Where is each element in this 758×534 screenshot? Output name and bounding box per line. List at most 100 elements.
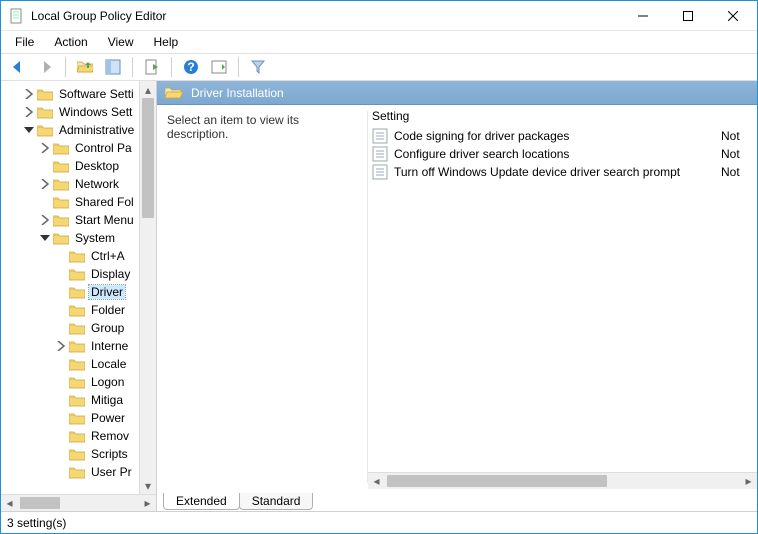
tree-item[interactable]: Control Pa bbox=[1, 139, 156, 157]
scroll-right-arrow-icon[interactable]: ▸ bbox=[139, 495, 156, 511]
tree-item[interactable]: Software Setti bbox=[1, 85, 156, 103]
description-text: Select an item to view its description. bbox=[167, 113, 299, 141]
tab-extended[interactable]: Extended bbox=[163, 493, 240, 510]
collapse-icon[interactable] bbox=[39, 232, 51, 244]
tree-item-label: Power bbox=[89, 411, 127, 425]
close-button[interactable] bbox=[710, 2, 755, 30]
tree-view[interactable]: Software SettiWindows Sett Administrative… bbox=[1, 81, 156, 481]
tree-item-label: Administrative bbox=[57, 123, 136, 137]
back-button[interactable] bbox=[7, 56, 29, 78]
scroll-down-arrow-icon[interactable]: ▾ bbox=[140, 477, 156, 494]
settings-list[interactable]: Code signing for driver packagesNotConfi… bbox=[368, 127, 757, 472]
expand-icon[interactable] bbox=[39, 214, 51, 226]
tree-item[interactable]: Mitiga bbox=[1, 391, 156, 409]
tree-item[interactable]: Windows Sett bbox=[1, 103, 156, 121]
folder-icon bbox=[69, 393, 85, 407]
tree-item[interactable]: Power bbox=[1, 409, 156, 427]
folder-icon bbox=[37, 123, 53, 137]
tree-item[interactable]: Locale bbox=[1, 355, 156, 373]
tab-standard[interactable]: Standard bbox=[239, 493, 314, 510]
folder-icon bbox=[69, 249, 85, 263]
tree-item[interactable]: Logon bbox=[1, 373, 156, 391]
tree-item-label: Control Pa bbox=[73, 141, 134, 155]
menu-action[interactable]: Action bbox=[46, 33, 95, 51]
scroll-track[interactable] bbox=[385, 473, 740, 489]
tree-item[interactable]: Interne bbox=[1, 337, 156, 355]
expand-icon[interactable] bbox=[23, 106, 35, 118]
details-header: Driver Installation bbox=[157, 81, 757, 105]
up-button[interactable] bbox=[74, 56, 96, 78]
tree-item[interactable]: System bbox=[1, 229, 156, 247]
tree-toggle-empty bbox=[39, 196, 51, 208]
scroll-thumb[interactable] bbox=[387, 475, 607, 487]
scroll-thumb[interactable] bbox=[142, 98, 154, 218]
tree-toggle-empty bbox=[55, 430, 67, 442]
minimize-button[interactable] bbox=[620, 2, 665, 30]
tree-item[interactable]: Desktop bbox=[1, 157, 156, 175]
tree-toggle-empty bbox=[55, 376, 67, 388]
scroll-thumb[interactable] bbox=[20, 497, 60, 509]
scroll-up-arrow-icon[interactable]: ▴ bbox=[140, 81, 156, 98]
tree-item[interactable]: Folder bbox=[1, 301, 156, 319]
scroll-track[interactable] bbox=[18, 495, 139, 511]
tree-item[interactable]: Scripts bbox=[1, 445, 156, 463]
tree-item-label: Ctrl+A bbox=[89, 249, 127, 263]
tree-item-label: Remov bbox=[89, 429, 131, 443]
toolbar-separator bbox=[132, 57, 133, 77]
setting-row[interactable]: Code signing for driver packagesNot bbox=[368, 127, 757, 145]
tree-vertical-scrollbar[interactable]: ▴ ▾ bbox=[139, 81, 156, 494]
details-pane: Driver Installation Select an item to vi… bbox=[157, 81, 757, 511]
export-button[interactable] bbox=[141, 56, 163, 78]
tree-toggle-empty bbox=[55, 250, 67, 262]
menu-file[interactable]: File bbox=[7, 33, 42, 51]
folder-icon bbox=[53, 159, 69, 173]
scroll-left-arrow-icon[interactable]: ◂ bbox=[1, 495, 18, 511]
filter-button[interactable] bbox=[247, 56, 269, 78]
show-hide-tree-button[interactable] bbox=[102, 56, 124, 78]
tree-scroll-area: Software SettiWindows Sett Administrative… bbox=[1, 81, 156, 511]
tree-item-label: Network bbox=[73, 177, 121, 191]
tree-item-label: Display bbox=[89, 267, 132, 281]
settings-column: Setting Code signing for driver packages… bbox=[368, 105, 757, 489]
expand-icon[interactable] bbox=[55, 340, 67, 352]
tree-horizontal-scrollbar[interactable]: ◂ ▸ bbox=[1, 494, 156, 511]
properties-button[interactable] bbox=[208, 56, 230, 78]
tree-item[interactable]: Administrative bbox=[1, 121, 156, 139]
tree-item[interactable]: Group bbox=[1, 319, 156, 337]
tree-item[interactable]: Start Menu bbox=[1, 211, 156, 229]
settings-header-row[interactable]: Setting bbox=[368, 105, 757, 127]
tree-item[interactable]: Driver bbox=[1, 283, 156, 301]
policy-icon bbox=[372, 128, 388, 144]
tree-item-label: Folder bbox=[89, 303, 127, 317]
settings-horizontal-scrollbar[interactable]: ◂ ▸ bbox=[368, 472, 757, 489]
column-header-setting[interactable]: Setting bbox=[372, 109, 721, 123]
tree-item[interactable]: Display bbox=[1, 265, 156, 283]
tree-item-label: Driver bbox=[89, 285, 125, 299]
setting-row[interactable]: Configure driver search locationsNot bbox=[368, 145, 757, 163]
folder-icon bbox=[69, 411, 85, 425]
tree-item[interactable]: User Pr bbox=[1, 463, 156, 481]
expand-icon[interactable] bbox=[39, 142, 51, 154]
menu-help[interactable]: Help bbox=[146, 33, 187, 51]
scroll-right-arrow-icon[interactable]: ▸ bbox=[740, 473, 757, 489]
setting-row[interactable]: Turn off Windows Update device driver se… bbox=[368, 163, 757, 181]
collapse-icon[interactable] bbox=[23, 124, 35, 136]
scroll-left-arrow-icon[interactable]: ◂ bbox=[368, 473, 385, 489]
tree-item[interactable]: Network bbox=[1, 175, 156, 193]
tree-item[interactable]: Remov bbox=[1, 427, 156, 445]
maximize-button[interactable] bbox=[665, 2, 710, 30]
folder-icon bbox=[69, 375, 85, 389]
tree-item[interactable]: Ctrl+A bbox=[1, 247, 156, 265]
tree-item-label: System bbox=[73, 231, 117, 245]
titlebar: Local Group Policy Editor bbox=[1, 1, 757, 31]
expand-icon[interactable] bbox=[23, 88, 35, 100]
tree-item[interactable]: Shared Fol bbox=[1, 193, 156, 211]
policy-icon bbox=[372, 146, 388, 162]
forward-button[interactable] bbox=[35, 56, 57, 78]
folder-icon bbox=[69, 321, 85, 335]
folder-icon bbox=[53, 141, 69, 155]
tree-item-label: Logon bbox=[89, 375, 126, 389]
help-button[interactable]: ? bbox=[180, 56, 202, 78]
expand-icon[interactable] bbox=[39, 178, 51, 190]
menu-view[interactable]: View bbox=[100, 33, 142, 51]
